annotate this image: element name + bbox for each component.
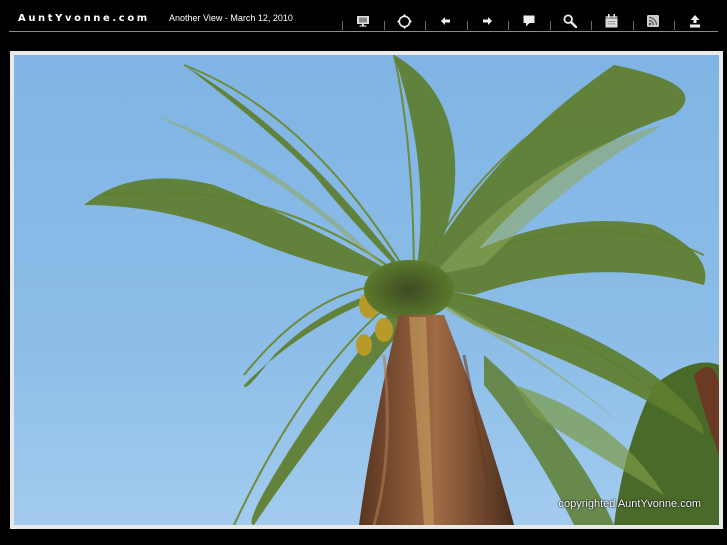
post-title: Another View - March 12, 2010 [169, 13, 293, 23]
comment-icon [523, 15, 535, 27]
top-bar: AuntYvonne.com Another View - March 12, … [0, 0, 727, 34]
rss-button[interactable] [632, 10, 675, 32]
monitor-button[interactable] [342, 10, 384, 32]
fullscreen-icon [396, 13, 412, 29]
calendar-icon [605, 14, 618, 28]
arrow-left-icon [441, 17, 451, 25]
header-divider [9, 31, 718, 32]
next-button[interactable] [466, 10, 509, 32]
user-icon [689, 14, 700, 27]
arrow-right-icon [482, 17, 492, 25]
palm-tree-image [14, 55, 719, 525]
toolbar [342, 10, 716, 32]
palm-tree-photo[interactable]: copyrighted AuntYvonne.com [14, 55, 719, 525]
fullscreen-button[interactable] [383, 10, 426, 32]
site-title[interactable]: AuntYvonne.com [18, 13, 150, 24]
search-button[interactable] [549, 10, 592, 32]
previous-button[interactable] [425, 10, 467, 32]
photo-frame: copyrighted AuntYvonne.com [10, 51, 723, 529]
rss-icon [647, 15, 660, 27]
comments-button[interactable] [508, 10, 550, 32]
monitor-icon [356, 16, 369, 27]
calendar-button[interactable] [591, 10, 633, 32]
search-icon [563, 14, 578, 28]
copyright-notice: copyrighted AuntYvonne.com [558, 498, 701, 510]
upload-button[interactable] [674, 10, 716, 32]
